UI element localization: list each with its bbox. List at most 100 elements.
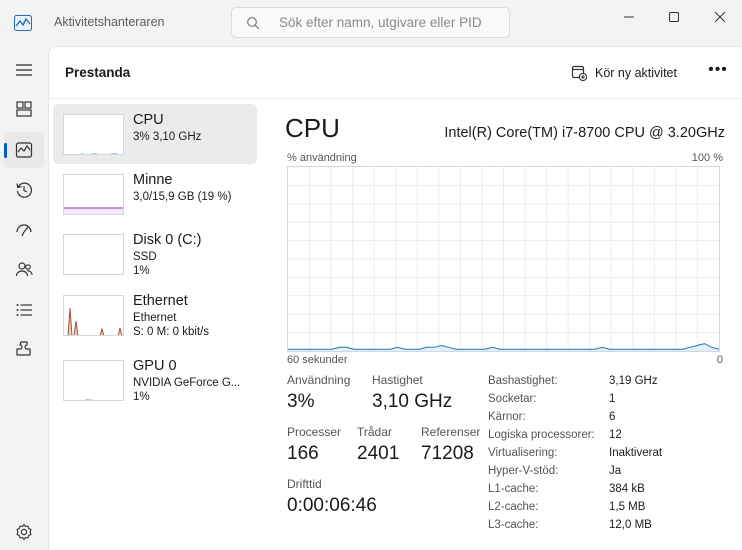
nav-menu-toggle[interactable] xyxy=(4,52,44,88)
device-detail-secondary: 1% xyxy=(133,391,150,403)
more-options-button[interactable]: ••• xyxy=(705,61,731,85)
uptime-label: Drifttid xyxy=(287,477,322,491)
close-icon[interactable] xyxy=(709,8,731,26)
device-item-ethernet[interactable]: Ethernet Ethernet S: 0 M: 0 kbit/s xyxy=(53,285,257,345)
memory-thumbnail-graph xyxy=(63,174,124,215)
property-key: L3-cache: xyxy=(488,519,539,531)
speed-value: 3,10 GHz xyxy=(372,391,453,412)
window-title: Aktivitetshanteraren xyxy=(54,15,165,29)
property-value: 12 xyxy=(609,429,622,441)
main-surface: Prestanda Kör ny aktivitet ••• CPU 3% 3,… xyxy=(48,46,742,550)
search-placeholder: Sök efter namn, utgivare eller PID xyxy=(279,15,482,30)
processes-icon xyxy=(16,101,32,117)
services-icon xyxy=(16,341,31,356)
property-key: Virtualisering: xyxy=(488,447,558,459)
startup-apps-icon xyxy=(16,224,32,237)
property-row: L2-cache: 1,5 MB xyxy=(488,501,718,519)
run-new-task-icon xyxy=(571,65,587,81)
hamburger-menu-icon xyxy=(16,64,32,76)
uptime-value: 0:00:06:46 xyxy=(287,495,377,516)
property-key: Kärnor: xyxy=(488,411,526,423)
handles-value: 71208 xyxy=(421,443,474,464)
device-detail: 3% 3,10 GHz xyxy=(133,131,202,143)
nav-settings[interactable] xyxy=(4,514,44,550)
property-value: Inaktiverat xyxy=(609,447,663,459)
nav-processes[interactable] xyxy=(4,91,44,127)
nav-services[interactable] xyxy=(4,331,44,367)
settings-icon xyxy=(16,523,32,541)
cpu-detail-pane: CPU Intel(R) Core(TM) i7-8700 CPU @ 3.20… xyxy=(285,107,725,547)
property-key: L2-cache: xyxy=(488,501,539,513)
property-value: 12,0 MB xyxy=(609,519,652,531)
cpu-usage-graph-svg xyxy=(288,167,720,351)
speed-label: Hastighet xyxy=(372,373,423,387)
usage-value: 3% xyxy=(287,391,315,412)
threads-value: 2401 xyxy=(357,443,400,464)
maximize-icon[interactable] xyxy=(663,8,685,26)
property-value: 384 kB xyxy=(609,483,645,495)
graph-x-label: 60 sekunder xyxy=(287,354,348,366)
usage-label: Användning xyxy=(287,373,351,387)
nav-performance[interactable] xyxy=(4,132,44,168)
device-detail: 3,0/15,9 GB (19 %) xyxy=(133,191,232,203)
task-manager-app-icon xyxy=(14,15,32,31)
disk-thumbnail-graph xyxy=(63,234,124,275)
handles-label: Referenser xyxy=(421,425,481,439)
run-new-task-label: Kör ny aktivitet xyxy=(595,66,677,80)
detail-title: CPU xyxy=(285,113,340,143)
run-new-task-button[interactable]: Kör ny aktivitet xyxy=(571,61,677,85)
device-detail: Ethernet xyxy=(133,312,177,324)
search-box[interactable]: Sök efter namn, utgivare eller PID xyxy=(231,7,510,38)
device-detail-secondary: S: 0 M: 0 kbit/s xyxy=(133,326,210,338)
device-name: Disk 0 (C:) xyxy=(133,232,202,248)
device-detail: NVIDIA GeForce G... xyxy=(133,377,241,389)
app-history-icon xyxy=(16,182,33,198)
property-row: L3-cache: 12,0 MB xyxy=(488,519,718,537)
device-list: CPU 3% 3,10 GHz Minne 3,0/15,9 GB (19 %)… xyxy=(53,104,258,434)
nav-users[interactable] xyxy=(4,251,44,287)
device-name: Ethernet xyxy=(133,293,188,309)
property-key: L1-cache: xyxy=(488,483,539,495)
property-key: Hyper-V-stöd: xyxy=(488,465,559,477)
cpu-usage-graph xyxy=(287,166,720,352)
navigation-rail xyxy=(0,46,48,550)
property-row: Logiska processorer: 12 xyxy=(488,429,718,447)
title-bar: Aktivitetshanteraren Sök efter namn, utg… xyxy=(0,0,742,46)
property-value: 6 xyxy=(609,411,616,423)
threads-label: Trådar xyxy=(357,425,392,439)
graph-y-max: 100 % xyxy=(691,152,723,164)
property-value: 3,19 GHz xyxy=(609,375,658,387)
performance-icon xyxy=(15,142,33,158)
more-options-icon: ••• xyxy=(708,61,728,78)
property-row: L1-cache: 384 kB xyxy=(488,483,718,501)
property-key: Logiska processorer: xyxy=(488,429,595,441)
property-key: Socketar: xyxy=(488,393,537,405)
cpu-thumbnail-graph xyxy=(63,114,124,155)
minimize-icon[interactable] xyxy=(618,8,640,26)
property-value: 1,5 MB xyxy=(609,501,646,513)
device-name: Minne xyxy=(133,172,173,188)
device-name: GPU 0 xyxy=(133,358,177,374)
nav-startup-apps[interactable] xyxy=(4,212,44,248)
property-key: Bashastighet: xyxy=(488,375,558,387)
property-row: Kärnor: 6 xyxy=(488,411,718,429)
device-detail: SSD xyxy=(133,251,157,263)
users-icon xyxy=(15,262,33,277)
device-item-cpu[interactable]: CPU 3% 3,10 GHz xyxy=(53,104,257,164)
nav-details[interactable] xyxy=(4,292,44,328)
processes-value: 166 xyxy=(287,443,319,464)
device-detail-secondary: 1% xyxy=(133,265,150,277)
property-row: Socketar: 1 xyxy=(488,393,718,411)
graph-y-label: % användning xyxy=(287,152,357,164)
device-item-memory[interactable]: Minne 3,0/15,9 GB (19 %) xyxy=(53,164,257,224)
graph-x-min: 0 xyxy=(716,354,723,366)
nav-app-history[interactable] xyxy=(4,172,44,208)
search-icon xyxy=(247,17,260,30)
device-item-disk[interactable]: Disk 0 (C:) SSD 1% xyxy=(53,224,257,284)
property-row: Hyper-V-stöd: Ja xyxy=(488,465,718,483)
page-title: Prestanda xyxy=(65,65,131,80)
ethernet-thumbnail-graph xyxy=(63,295,124,336)
property-value: Ja xyxy=(609,465,622,477)
gpu-thumbnail-graph xyxy=(63,360,124,401)
device-item-gpu[interactable]: GPU 0 NVIDIA GeForce G... 1% xyxy=(53,350,257,410)
